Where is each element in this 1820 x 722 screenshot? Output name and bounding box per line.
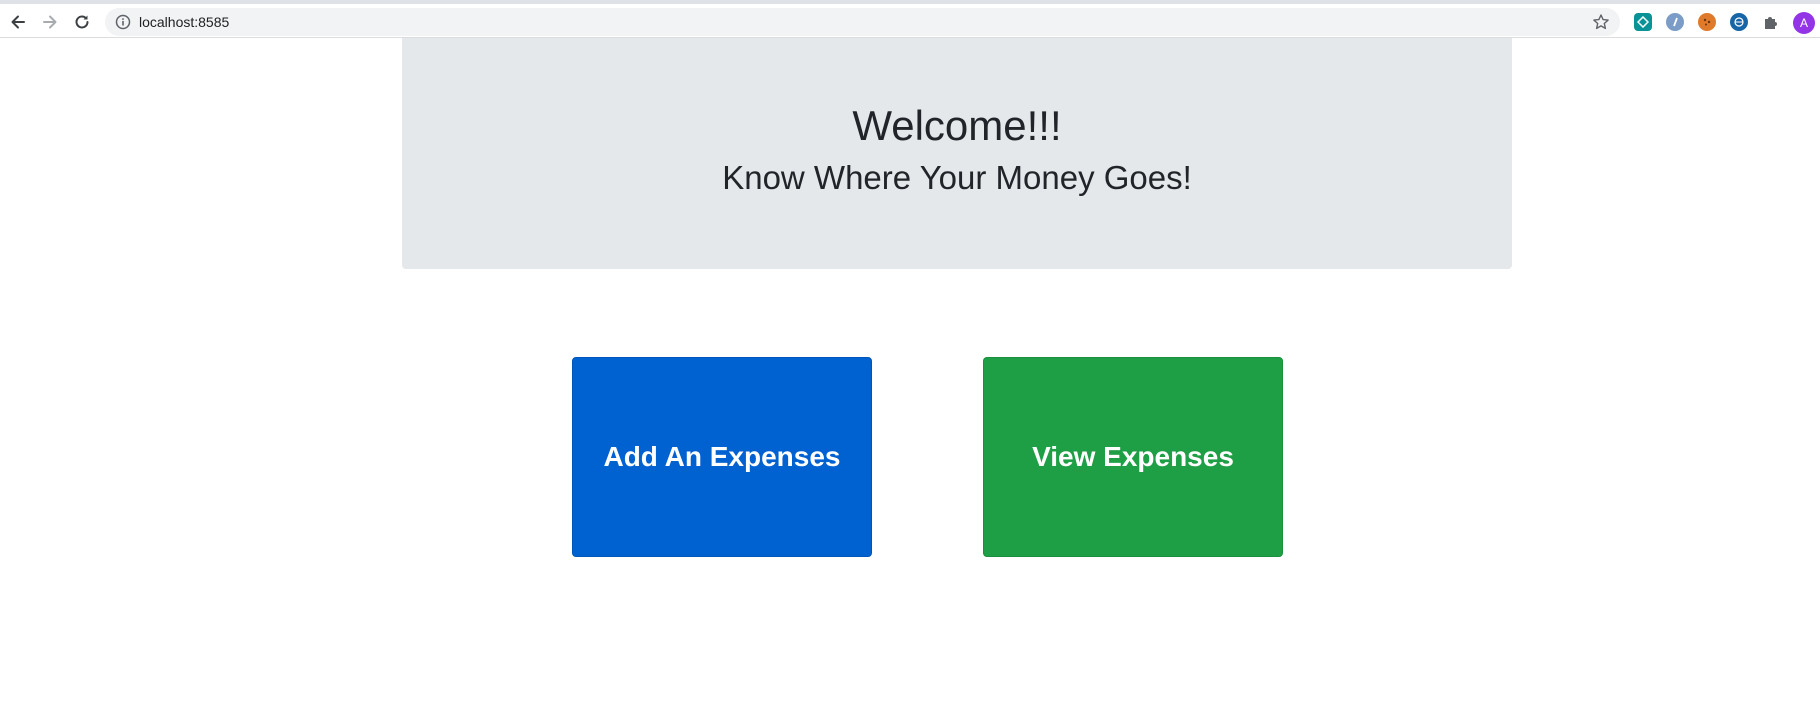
extension-globe-icon[interactable] (1730, 13, 1748, 31)
avatar-letter: A (1799, 16, 1808, 30)
page-subtitle: Know Where Your Money Goes! (722, 159, 1192, 196)
page-title: Welcome!!! (852, 102, 1062, 149)
extension-compass-icon[interactable] (1666, 13, 1684, 31)
add-expense-button[interactable]: Add An Expenses (572, 357, 872, 557)
url-text[interactable]: localhost:8585 (139, 14, 229, 30)
star-icon[interactable] (1592, 13, 1610, 31)
reload-icon[interactable] (70, 10, 94, 34)
puzzle-icon[interactable] (1762, 13, 1780, 31)
address-bar[interactable]: localhost:8585 (105, 8, 1620, 36)
extension-cookie-icon[interactable] (1698, 13, 1716, 31)
info-icon[interactable] (115, 14, 131, 30)
browser-toolbar: localhost:8585 A (0, 0, 1820, 38)
profile-avatar[interactable]: A (1793, 12, 1815, 34)
welcome-jumbotron: Welcome!!! Know Where Your Money Goes! (402, 38, 1512, 269)
extension-diamond-icon[interactable] (1634, 13, 1652, 31)
forward-arrow-icon[interactable] (38, 10, 62, 34)
back-arrow-icon[interactable] (6, 10, 30, 34)
view-expenses-button[interactable]: View Expenses (983, 357, 1283, 557)
